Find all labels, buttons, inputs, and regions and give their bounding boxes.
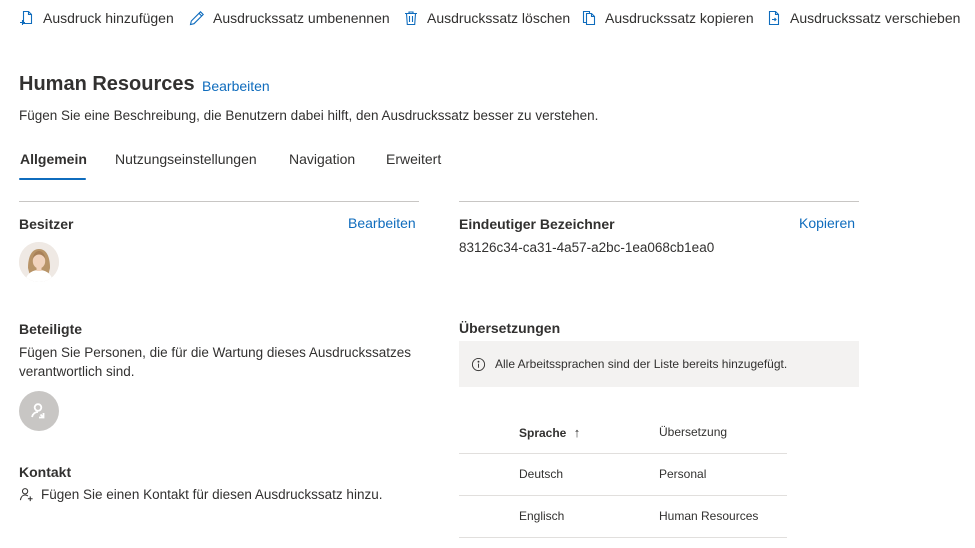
copy-identifier-link[interactable]: Kopieren xyxy=(799,215,855,231)
stakeholders-text-line1: Fügen Sie Personen, die für die Wartung … xyxy=(19,345,411,360)
info-icon xyxy=(471,357,486,371)
row-1-language: Deutsch xyxy=(519,467,564,481)
copy-icon xyxy=(582,10,596,26)
page-title: Human Resources xyxy=(19,73,195,95)
description-placeholder[interactable]: Fügen Sie eine Beschreibung, die Benutze… xyxy=(19,108,598,123)
move-document-icon xyxy=(768,10,780,26)
tab-nutzungseinstellungen[interactable]: Nutzungseinstellungen xyxy=(115,151,257,167)
edit-owner-link[interactable]: Bearbeiten xyxy=(348,215,416,231)
stakeholders-text-line2: verantwortlich sind. xyxy=(19,364,135,379)
tab-navigation[interactable]: Navigation xyxy=(289,151,355,167)
trash-icon xyxy=(405,11,417,26)
add-print-label: Ausdruck hinzufügen xyxy=(43,10,174,26)
column-header-translation[interactable]: Übersetzung xyxy=(659,425,727,439)
right-divider xyxy=(459,201,859,202)
table-row-divider xyxy=(459,495,787,496)
move-set-label: Ausdruckssatz verschieben xyxy=(790,10,961,26)
move-set-button[interactable]: Ausdruckssatz verschieben xyxy=(766,8,960,28)
add-document-icon xyxy=(20,10,33,25)
tab-erweitert[interactable]: Erweitert xyxy=(386,151,441,167)
add-stakeholder-avatar[interactable] xyxy=(19,391,59,431)
delete-set-label: Ausdruckssatz löschen xyxy=(427,10,571,26)
sort-ascending-icon: ↑ xyxy=(573,425,581,440)
add-person-icon xyxy=(19,488,33,502)
column-header-language[interactable]: Sprache ↑ xyxy=(519,425,580,440)
copy-set-button[interactable]: Ausdruckssatz kopieren xyxy=(581,8,754,28)
translations-info-text: Alle Arbeitssprachen sind der Liste bere… xyxy=(495,357,788,371)
tab-allgemein[interactable]: Allgemein xyxy=(20,151,87,167)
identifier-label: Eindeutiger Bezeichner xyxy=(459,216,615,232)
owner-avatar[interactable] xyxy=(19,242,59,282)
add-contact-button[interactable]: Fügen Sie einen Kontakt für diesen Ausdr… xyxy=(19,487,382,502)
table-header-divider xyxy=(459,453,787,454)
copy-set-label: Ausdruckssatz kopieren xyxy=(605,10,754,26)
person-icon xyxy=(31,403,45,419)
delete-set-button[interactable]: Ausdruckssatz löschen xyxy=(403,8,570,28)
stakeholders-label: Beteiligte xyxy=(19,321,83,337)
table-row-divider xyxy=(459,537,787,538)
row-2-language: Englisch xyxy=(519,509,565,523)
identifier-value: 83126c34-ca31-4a57-a2bc-1ea068cb1ea0 xyxy=(459,240,715,255)
edit-title-link[interactable]: Bearbeiten xyxy=(202,78,270,94)
add-contact-label: Fügen Sie einen Kontakt für diesen Ausdr… xyxy=(41,487,383,502)
rename-set-label: Ausdruckssatz umbenennen xyxy=(213,10,390,26)
active-tab-indicator xyxy=(19,178,86,180)
command-bar: Ausdruck hinzufügen Ausdruckssatz umbene… xyxy=(0,0,975,36)
translations-info-bar: Alle Arbeitssprachen sind der Liste bere… xyxy=(459,341,859,387)
row-2-translation[interactable]: Human Resources xyxy=(659,509,758,523)
pencil-icon xyxy=(189,11,204,26)
row-1-translation[interactable]: Personal xyxy=(659,467,706,481)
translations-label: Übersetzungen xyxy=(459,320,561,336)
rename-set-button[interactable]: Ausdruckssatz umbenennen xyxy=(189,8,390,28)
owner-label: Besitzer xyxy=(19,216,74,232)
column-header-language-label: Sprache xyxy=(519,426,567,440)
contact-label: Kontakt xyxy=(19,464,72,480)
left-divider xyxy=(19,201,419,202)
add-print-button[interactable]: Ausdruck hinzufügen xyxy=(19,8,174,28)
